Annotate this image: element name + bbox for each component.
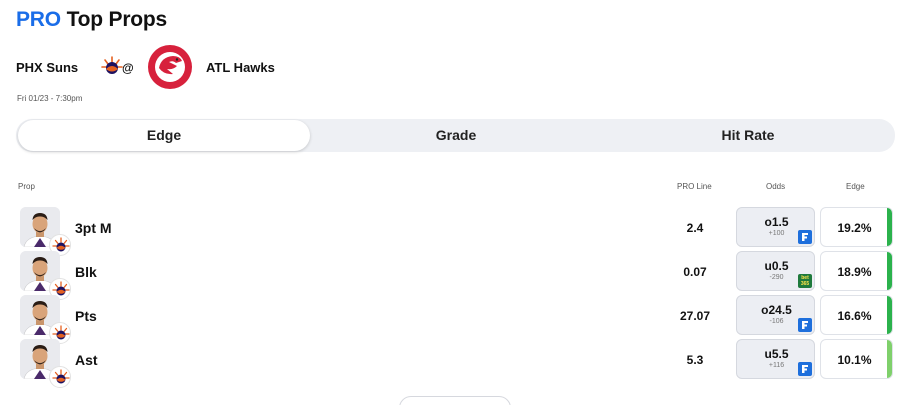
column-header-edge: Edge (846, 182, 865, 191)
home-team-name: PHX Suns (16, 60, 79, 75)
pro-line-value: 27.07 (679, 309, 711, 323)
edge-indicator-bar (887, 296, 892, 334)
fanduel-icon (798, 318, 812, 332)
column-header-odds: Odds (766, 182, 786, 191)
edge-cell: 16.6% (820, 295, 893, 335)
pro-line-value: 5.3 (686, 353, 704, 367)
edge-value: 19.2% (837, 221, 872, 235)
column-header-pro-line: PRO Line (677, 182, 712, 191)
edge-cell: 19.2% (820, 207, 893, 247)
sort-tabs: Edge Grade Hit Rate (16, 119, 895, 152)
odds-button[interactable]: u0.5 -290 bet 365 (736, 251, 815, 291)
prop-stat: 3pt M (75, 220, 112, 236)
pro-line-value: 2.4 (686, 221, 704, 235)
prop-stat: Ast (75, 352, 98, 368)
edge-value: 16.6% (837, 309, 872, 323)
suns-badge-icon (49, 366, 71, 388)
away-team-name: ATL Hawks (206, 60, 275, 75)
prop-row[interactable]: Ast 5.3 u5.5 +116 10.1% (0, 338, 906, 388)
tab-grade[interactable]: Grade (310, 119, 602, 152)
bet365-icon: bet 365 (798, 274, 812, 288)
pro-line-value: 0.07 (683, 265, 707, 279)
prop-row[interactable]: Blk 0.07 u0.5 -290 bet 365 18.9% (0, 250, 906, 300)
edge-value: 10.1% (837, 353, 872, 367)
edge-cell: 18.9% (820, 251, 893, 291)
page-title: PRO Top Props (16, 8, 167, 32)
odds-button[interactable]: o24.5 -106 (736, 295, 815, 335)
column-header-prop: Prop (18, 182, 35, 191)
matchup-header: PHX Suns @ ATL Hawks (16, 44, 516, 92)
odds-line: o1.5 (764, 215, 789, 229)
fanduel-icon (798, 230, 812, 244)
odds-line: o24.5 (761, 303, 792, 317)
odds-button[interactable]: u5.5 +116 (736, 339, 815, 379)
load-more-button[interactable] (399, 396, 511, 405)
hawks-logo-icon (148, 45, 192, 89)
odds-line: u0.5 (764, 259, 789, 273)
odds-line: u5.5 (764, 347, 789, 361)
edge-cell: 10.1% (820, 339, 893, 379)
edge-indicator-bar (887, 208, 892, 246)
at-symbol: @ (122, 61, 134, 75)
edge-indicator-bar (887, 340, 892, 378)
tab-hit-rate[interactable]: Hit Rate (602, 119, 894, 152)
pro-label: PRO (16, 8, 61, 31)
game-datetime: Fri 01/23 - 7:30pm (17, 94, 83, 103)
prop-row[interactable]: 3pt M 2.4 o1.5 +100 19.2% (0, 206, 906, 256)
tab-edge[interactable]: Edge (18, 120, 310, 151)
title-text: Top Props (66, 8, 168, 31)
fanduel-icon (798, 362, 812, 376)
odds-button[interactable]: o1.5 +100 (736, 207, 815, 247)
edge-indicator-bar (887, 252, 892, 290)
prop-row[interactable]: Pts 27.07 o24.5 -106 16.6% (0, 294, 906, 344)
edge-value: 18.9% (837, 265, 872, 279)
prop-stat: Pts (75, 308, 97, 324)
prop-stat: Blk (75, 264, 97, 280)
